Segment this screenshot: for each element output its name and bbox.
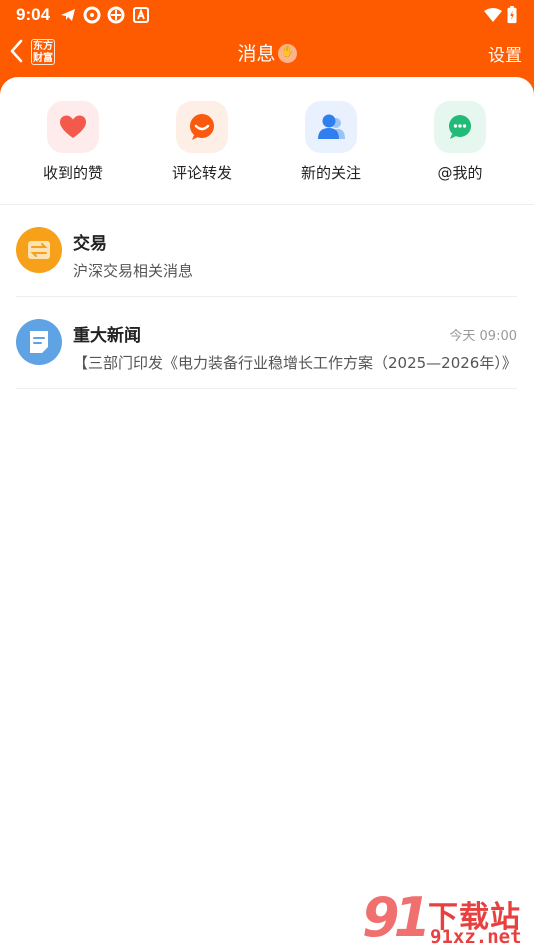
settings-button[interactable]: 设置 — [488, 41, 522, 66]
heart-icon — [47, 101, 99, 153]
page-title-text: 消息 — [237, 43, 276, 65]
hand-icon — [277, 44, 297, 63]
list-item-subtitle: 【三部门印发《电力装备行业稳增长工作方案（2025—2026年）》 — [73, 354, 517, 372]
watermark-number: 91 — [362, 886, 431, 949]
quick-label: @我的 — [437, 164, 483, 182]
list-item-news[interactable]: 重大新闻 今天 09:00 【三部门印发《电力装备行业稳增长工作方案（2025—… — [16, 297, 517, 389]
a-icon — [133, 7, 149, 23]
watermark: 91 下载站 91xz.net — [362, 886, 534, 950]
status-bar: 9:04 — [0, 0, 534, 30]
battery-icon — [507, 6, 517, 24]
page-title: 消息 — [0, 39, 534, 66]
document-icon — [16, 319, 62, 365]
quick-label: 新的关注 — [300, 164, 361, 182]
user-icon — [305, 101, 357, 153]
list-item-title: 重大新闻 — [73, 326, 141, 346]
divider — [16, 388, 517, 389]
telegram-icon — [61, 9, 75, 21]
watermark-url: 91xz.net — [430, 926, 522, 948]
content-card: 收到的赞 评论转发 新的关注 @我的 交易 沪深交易相关消息 重大新闻 今天 0… — [0, 77, 534, 950]
nav-bar: 东方财富 消息 设置 — [0, 30, 534, 76]
app-icon — [107, 6, 125, 24]
list-item-trade[interactable]: 交易 沪深交易相关消息 — [16, 205, 517, 297]
quick-mentions[interactable]: @我的 — [405, 101, 515, 183]
wifi-icon — [484, 8, 502, 22]
status-time: 9:04 — [16, 5, 51, 24]
quick-label: 收到的赞 — [42, 164, 103, 182]
list-item-subtitle: 沪深交易相关消息 — [73, 262, 194, 280]
quick-likes[interactable]: 收到的赞 — [18, 101, 128, 183]
list-item-time: 今天 09:00 — [449, 329, 517, 344]
list-item-title: 交易 — [73, 234, 107, 254]
quick-follows[interactable]: 新的关注 — [276, 101, 386, 183]
quick-comments[interactable]: 评论转发 — [147, 101, 257, 183]
quick-label: 评论转发 — [171, 164, 232, 182]
app-icon — [83, 6, 101, 24]
comment-icon — [176, 101, 228, 153]
chat-icon — [434, 101, 486, 153]
quick-actions: 收到的赞 评论转发 新的关注 @我的 — [0, 77, 534, 205]
exchange-icon — [16, 227, 62, 273]
